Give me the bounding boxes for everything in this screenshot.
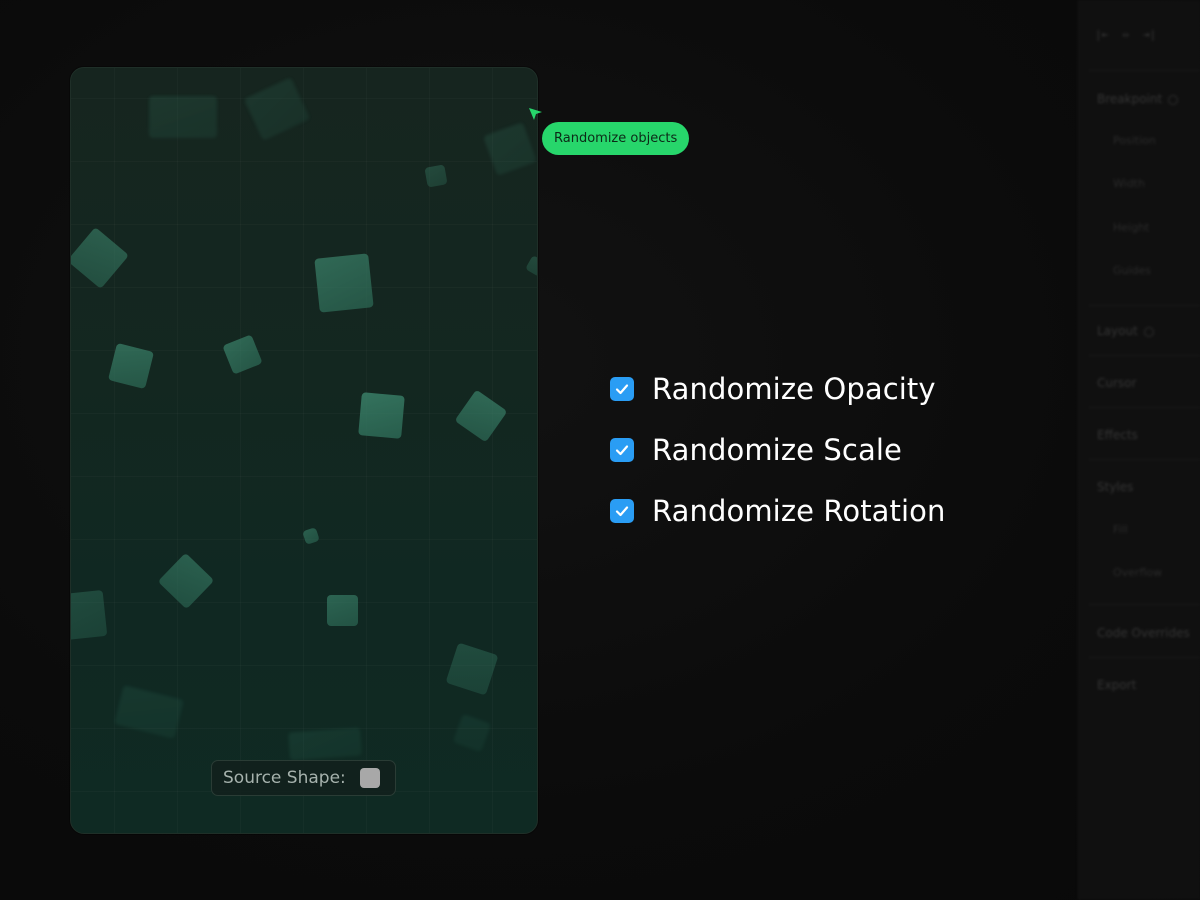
checkbox-checked-icon[interactable]	[610, 499, 634, 523]
option-randomize-opacity[interactable]: Randomize Opacity	[610, 368, 946, 410]
panel-section-code-overrides[interactable]: Code Overrides	[1097, 626, 1190, 640]
panel-section-breakpoint[interactable]: Breakpoint	[1097, 92, 1179, 106]
editor-stage: Source Shape: Randomize objects Randomiz…	[0, 0, 1200, 900]
source-shape-label: Source Shape:	[223, 768, 346, 788]
panel-section-cursor[interactable]: Cursor	[1097, 376, 1136, 390]
random-square[interactable]	[71, 589, 108, 641]
checkbox-checked-icon[interactable]	[610, 438, 634, 462]
panel-section-styles[interactable]: Styles	[1097, 480, 1133, 494]
source-shape-swatch[interactable]	[359, 768, 380, 788]
random-square[interactable]	[314, 253, 374, 313]
panel-section-layout[interactable]: Layout	[1097, 324, 1154, 338]
option-label: Randomize Rotation	[652, 494, 946, 528]
properties-panel: |⇤ ⇔ ⇥| Breakpoint Position Width Height…	[1078, 0, 1200, 900]
randomize-options-list: Randomize Opacity Randomize Scale Random…	[610, 368, 946, 551]
align-center-icon[interactable]: ⇔	[1122, 28, 1129, 41]
random-square[interactable]	[358, 392, 405, 439]
option-randomize-scale[interactable]: Randomize Scale	[610, 429, 946, 471]
align-left-icon[interactable]: |⇤	[1095, 28, 1108, 41]
panel-section-effects[interactable]: Effects	[1097, 428, 1138, 442]
panel-section-export[interactable]: Export	[1097, 678, 1136, 692]
cursor-pointer-icon	[529, 108, 542, 120]
canvas-frame[interactable]: Source Shape:	[70, 67, 538, 834]
cursor-tooltip: Randomize objects	[542, 122, 690, 155]
random-square[interactable]	[327, 595, 358, 626]
panel-row-width[interactable]: Width	[1113, 177, 1145, 190]
option-randomize-rotation[interactable]: Randomize Rotation	[610, 490, 946, 532]
panel-row-guides[interactable]: Guides	[1113, 264, 1151, 277]
align-right-icon[interactable]: ⇥|	[1143, 28, 1156, 41]
random-square[interactable]	[149, 96, 217, 138]
panel-row-overflow[interactable]: Overflow	[1113, 566, 1162, 579]
info-icon	[1143, 326, 1154, 337]
option-label: Randomize Scale	[652, 433, 902, 467]
panel-row-fill[interactable]: Fill	[1113, 523, 1128, 536]
panel-row-position[interactable]: Position	[1113, 134, 1156, 147]
random-square[interactable]	[424, 164, 448, 188]
alignment-toolbar: |⇤ ⇔ ⇥|	[1095, 28, 1156, 41]
random-square[interactable]	[288, 727, 362, 761]
source-shape-chip[interactable]: Source Shape:	[211, 760, 396, 796]
checkbox-checked-icon[interactable]	[610, 377, 634, 401]
option-label: Randomize Opacity	[652, 372, 936, 406]
panel-row-height[interactable]: Height	[1113, 221, 1149, 234]
info-icon	[1168, 94, 1179, 105]
